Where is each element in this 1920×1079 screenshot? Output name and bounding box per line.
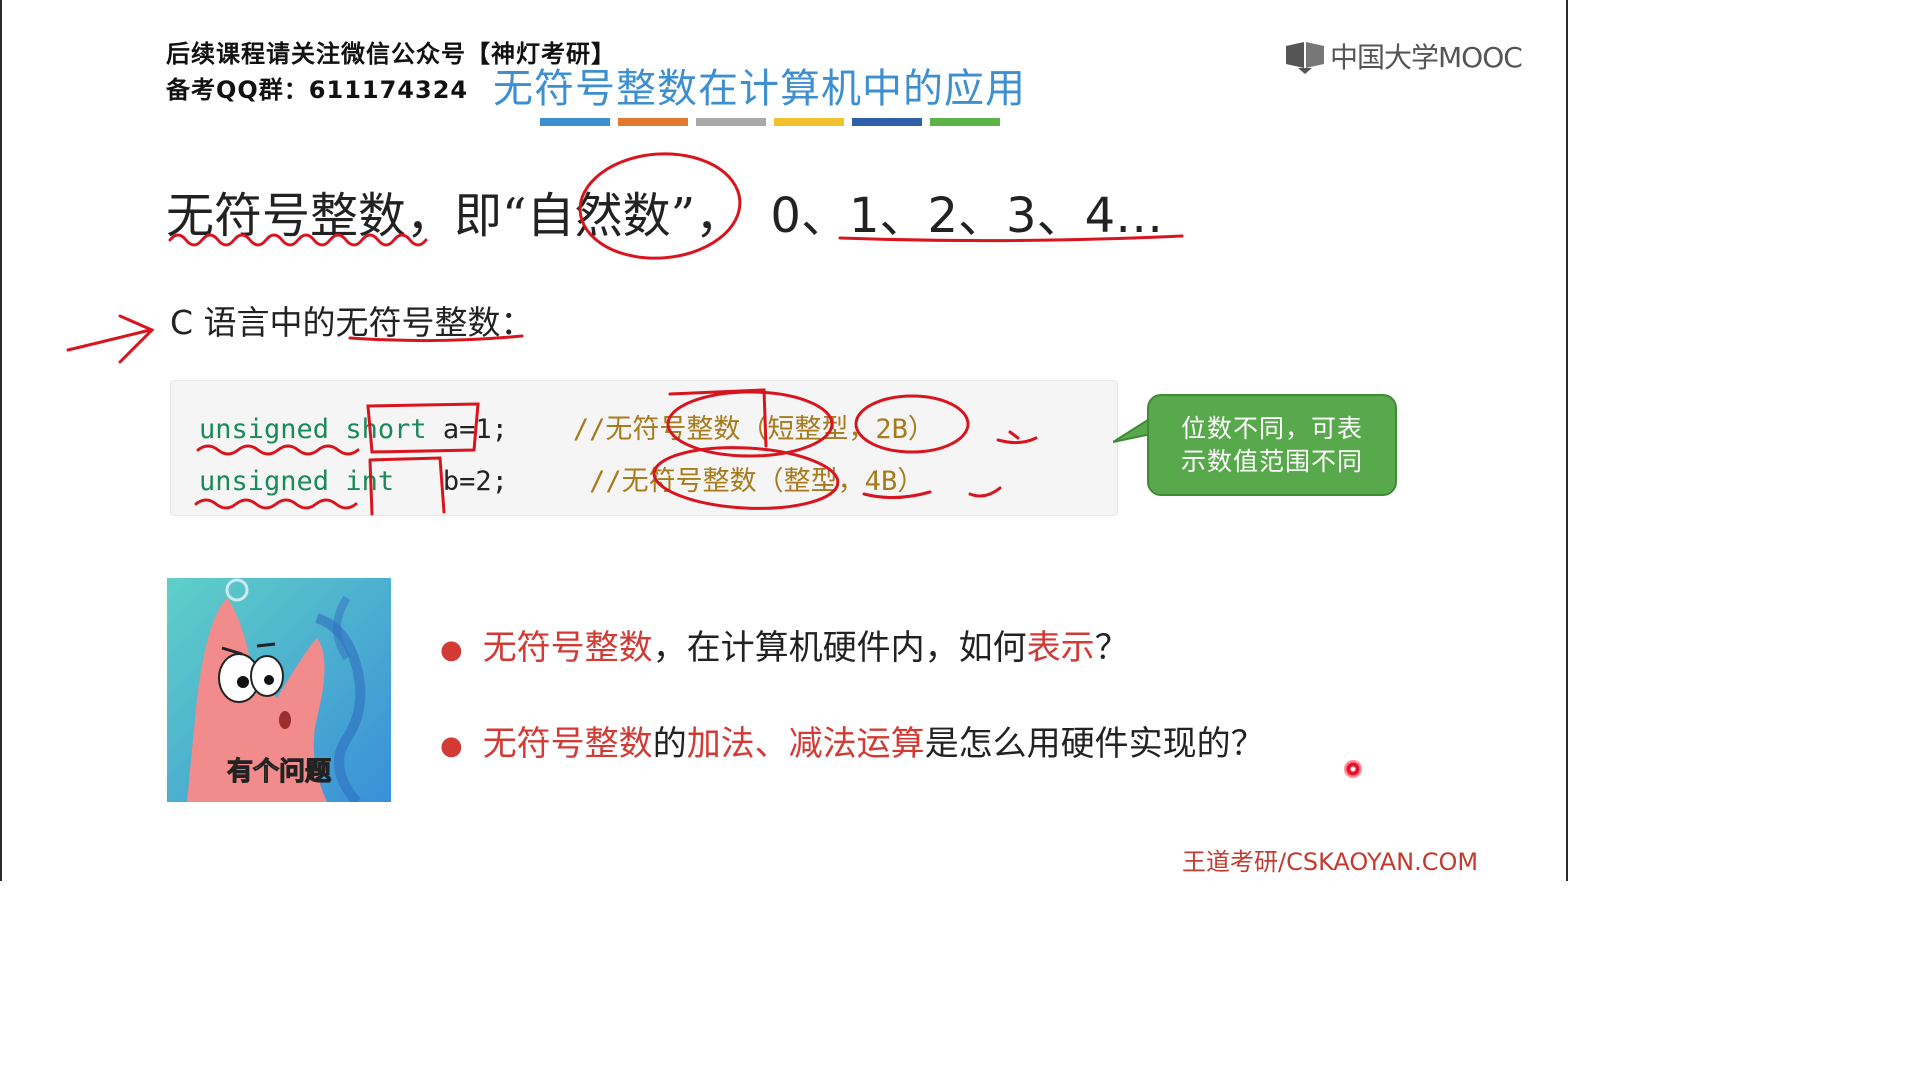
mooc-book-icon bbox=[1286, 42, 1324, 74]
headline-comma: ， bbox=[695, 188, 744, 244]
headline: 无符号整数，即“自然数”， 0、1、2、3、4… bbox=[166, 176, 1163, 246]
image-caption: 有个问题 bbox=[226, 757, 331, 788]
bullet-1-end: ？ bbox=[1094, 628, 1129, 668]
quote-close: ” bbox=[670, 188, 696, 244]
title-bar-segment bbox=[930, 118, 1000, 126]
code-keyword: unsigned bbox=[199, 466, 330, 497]
logo-text: 中国大学MOOC bbox=[1330, 41, 1523, 74]
code-type: short bbox=[345, 414, 427, 445]
bullet-2-text: 的 bbox=[652, 724, 687, 764]
bullet-1-term: 无符号整数 bbox=[482, 628, 653, 668]
code-statement: a=1; bbox=[426, 414, 508, 445]
arrow-mark bbox=[66, 314, 155, 364]
bullet-1-text: ，在计算机硬件内，如何 bbox=[652, 628, 1027, 668]
code-statement: b=2; bbox=[394, 466, 508, 497]
code-comment: //无符号整数（短整型，2B） bbox=[572, 414, 935, 445]
frame-edge-right bbox=[1566, 0, 1568, 881]
headline-part1: 无符号整数，即 bbox=[166, 188, 503, 244]
code-type: int bbox=[345, 466, 395, 497]
frame-edge-left bbox=[0, 0, 2, 881]
title-bar-segment bbox=[696, 118, 766, 126]
laser-pointer-icon bbox=[1344, 760, 1362, 778]
bullet-2-end: 是怎么用硬件实现的？ bbox=[924, 724, 1265, 764]
callout-line-2: 示数值范围不同 bbox=[1180, 447, 1363, 476]
bullet-2-term: 无符号整数 bbox=[482, 724, 653, 764]
title-bar-segment bbox=[774, 118, 844, 126]
callout-tail-icon bbox=[1113, 416, 1151, 443]
code-line-1: unsigned short a=1; //无符号整数（短整型，2B） bbox=[199, 407, 935, 446]
title-bar-segment bbox=[852, 118, 922, 126]
bullet-dot-icon: ● bbox=[440, 731, 463, 761]
bullet-1-highlight: 表示 bbox=[1026, 628, 1095, 668]
code-comment: //无符号整数（整型，4B） bbox=[589, 466, 925, 497]
callout-line-1: 位数不同，可表 bbox=[1180, 414, 1363, 443]
bullet-item-1: ● 无符号整数，在计算机硬件内，如何表示？ bbox=[440, 620, 1129, 669]
number-sequence: 0、1、2、3、4… bbox=[770, 188, 1164, 244]
natural-number-term: 自然数 bbox=[526, 188, 671, 244]
code-line-2: unsigned int b=2; //无符号整数（整型，4B） bbox=[199, 459, 924, 498]
callout-bubble: 位数不同，可表 示数值范围不同 bbox=[1147, 394, 1397, 496]
footer-brand: 王道考研/CSKAOYAN.COM bbox=[1182, 848, 1479, 876]
question-meme-image: 有个问题 bbox=[167, 578, 391, 802]
slide-title: 无符号整数在计算机中的应用 bbox=[493, 66, 1026, 112]
code-block: unsigned short a=1; //无符号整数（短整型，2B） unsi… bbox=[170, 380, 1118, 516]
mooc-logo: 中国大学MOOC bbox=[1284, 36, 1523, 76]
slide: 后续课程请关注微信公众号【神灯考研】 备考QQ群：611174324 无符号整数… bbox=[0, 0, 1568, 881]
bullet-dot-icon: ● bbox=[440, 635, 463, 665]
title-bar-segment bbox=[540, 118, 610, 126]
bullet-2-highlight: 加法、减法运算 bbox=[686, 724, 925, 764]
bullet-item-2: ● 无符号整数的加法、减法运算是怎么用硬件实现的？ bbox=[440, 716, 1265, 765]
code-keyword: unsigned bbox=[199, 414, 330, 445]
subheading: C 语言中的无符号整数： bbox=[170, 303, 534, 342]
title-bar-segment bbox=[618, 118, 688, 126]
title-color-bar bbox=[540, 118, 1010, 126]
quote-open: “ bbox=[502, 188, 527, 244]
